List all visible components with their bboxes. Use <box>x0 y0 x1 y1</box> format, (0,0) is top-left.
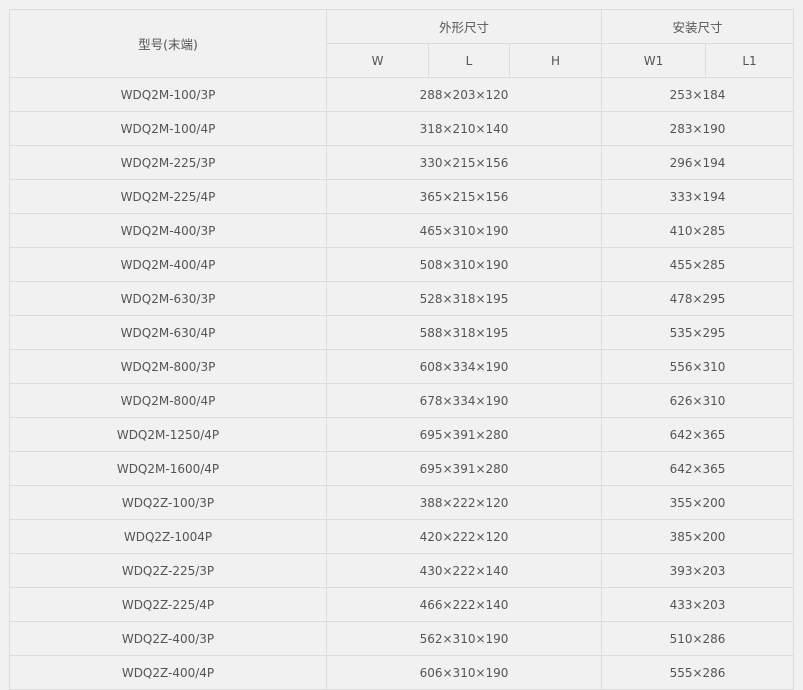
header-l1: L1 <box>705 43 795 78</box>
cell-outer-dims: 318×210×140 <box>325 111 603 146</box>
table-row: WDQ2M-225/3P 330×215×156 296×194 <box>9 145 795 180</box>
cell-install-dims: 478×295 <box>601 281 795 316</box>
cell-outer-dims: 330×215×156 <box>325 145 603 180</box>
table-row: WDQ2Z-225/3P 430×222×140 393×203 <box>9 553 795 588</box>
cell-install-dims: 385×200 <box>601 519 795 554</box>
cell-model: WDQ2Z-225/4P <box>9 587 327 622</box>
cell-model: WDQ2M-630/4P <box>9 315 327 350</box>
table-row: WDQ2Z-1004P 420×222×120 385×200 <box>9 519 795 554</box>
cell-outer-dims: 388×222×120 <box>325 485 603 520</box>
table-row: WDQ2M-1600/4P 695×391×280 642×365 <box>9 451 795 486</box>
cell-model: WDQ2M-225/4P <box>9 179 327 214</box>
cell-outer-dims: 695×391×280 <box>325 417 603 452</box>
cell-model: WDQ2Z-400/3P <box>9 621 327 656</box>
table-row: WDQ2M-800/3P 608×334×190 556×310 <box>9 349 795 384</box>
spec-table: 型号(末端) 外形尺寸 安装尺寸 W L H W1 L1 WDQ2M-100/3… <box>9 9 795 690</box>
cell-install-dims: 455×285 <box>601 247 795 282</box>
table-row: WDQ2Z-400/4P 606×310×190 555×286 <box>9 655 795 690</box>
cell-model: WDQ2M-400/3P <box>9 213 327 248</box>
cell-outer-dims: 562×310×190 <box>325 621 603 656</box>
cell-outer-dims: 288×203×120 <box>325 77 603 112</box>
header-h: H <box>508 43 603 78</box>
cell-install-dims: 283×190 <box>601 111 795 146</box>
cell-install-dims: 626×310 <box>601 383 795 418</box>
cell-install-dims: 535×295 <box>601 315 795 350</box>
cell-install-dims: 642×365 <box>601 417 795 452</box>
cell-outer-dims: 528×318×195 <box>325 281 603 316</box>
cell-install-dims: 296×194 <box>601 145 795 180</box>
table-row: WDQ2Z-225/4P 466×222×140 433×203 <box>9 587 795 622</box>
cell-install-dims: 642×365 <box>601 451 795 486</box>
table-row: WDQ2M-100/3P 288×203×120 253×184 <box>9 77 795 112</box>
cell-model: WDQ2M-1250/4P <box>9 417 327 452</box>
table-row: WDQ2M-400/3P 465×310×190 410×285 <box>9 213 795 248</box>
cell-outer-dims: 588×318×195 <box>325 315 603 350</box>
table-row: WDQ2M-800/4P 678×334×190 626×310 <box>9 383 795 418</box>
header-w: W <box>326 43 429 78</box>
cell-outer-dims: 465×310×190 <box>325 213 603 248</box>
header-row-top: 型号(末端) 外形尺寸 安装尺寸 <box>9 9 795 78</box>
cell-outer-dims: 365×215×156 <box>325 179 603 214</box>
cell-install-dims: 393×203 <box>601 553 795 588</box>
header-install-dims: 安装尺寸 <box>601 9 795 44</box>
header-w1: W1 <box>601 43 707 78</box>
cell-outer-dims: 695×391×280 <box>325 451 603 486</box>
cell-outer-dims: 508×310×190 <box>325 247 603 282</box>
header-model: 型号(末端) <box>9 9 327 78</box>
cell-install-dims: 333×194 <box>601 179 795 214</box>
cell-model: WDQ2M-800/4P <box>9 383 327 418</box>
cell-install-dims: 556×310 <box>601 349 795 384</box>
cell-model: WDQ2M-100/3P <box>9 77 327 112</box>
cell-model: WDQ2Z-1004P <box>9 519 327 554</box>
cell-install-dims: 253×184 <box>601 77 795 112</box>
cell-model: WDQ2M-800/3P <box>9 349 327 384</box>
cell-install-dims: 555×286 <box>601 655 795 690</box>
cell-install-dims: 410×285 <box>601 213 795 248</box>
cell-outer-dims: 608×334×190 <box>325 349 603 384</box>
cell-model: WDQ2M-225/3P <box>9 145 327 180</box>
cell-outer-dims: 678×334×190 <box>325 383 603 418</box>
cell-model: WDQ2M-100/4P <box>9 111 327 146</box>
cell-outer-dims: 430×222×140 <box>325 553 603 588</box>
header-outer-dims: 外形尺寸 <box>325 9 603 44</box>
cell-outer-dims: 420×222×120 <box>325 519 603 554</box>
cell-model: WDQ2M-630/3P <box>9 281 327 316</box>
table-header: 型号(末端) 外形尺寸 安装尺寸 W L H W1 L1 <box>9 9 795 78</box>
cell-outer-dims: 466×222×140 <box>325 587 603 622</box>
cell-install-dims: 355×200 <box>601 485 795 520</box>
cell-model: WDQ2Z-225/3P <box>9 553 327 588</box>
table-row: WDQ2M-1250/4P 695×391×280 642×365 <box>9 417 795 452</box>
header-l: L <box>428 43 510 78</box>
table-row: WDQ2M-630/3P 528×318×195 478×295 <box>9 281 795 316</box>
table-body: WDQ2M-100/3P 288×203×120 253×184 WDQ2M-100/… <box>9 77 795 690</box>
cell-install-dims: 510×286 <box>601 621 795 656</box>
cell-model: WDQ2Z-400/4P <box>9 655 327 690</box>
table-row: WDQ2Z-400/3P 562×310×190 510×286 <box>9 621 795 656</box>
cell-outer-dims: 606×310×190 <box>325 655 603 690</box>
cell-model: WDQ2Z-100/3P <box>9 485 327 520</box>
table-row: WDQ2M-225/4P 365×215×156 333×194 <box>9 179 795 214</box>
table-row: WDQ2M-630/4P 588×318×195 535×295 <box>9 315 795 350</box>
cell-model: WDQ2M-400/4P <box>9 247 327 282</box>
table-row: WDQ2Z-100/3P 388×222×120 355×200 <box>9 485 795 520</box>
cell-model: WDQ2M-1600/4P <box>9 451 327 486</box>
table-row: WDQ2M-400/4P 508×310×190 455×285 <box>9 247 795 282</box>
cell-install-dims: 433×203 <box>601 587 795 622</box>
table-row: WDQ2M-100/4P 318×210×140 283×190 <box>9 111 795 146</box>
